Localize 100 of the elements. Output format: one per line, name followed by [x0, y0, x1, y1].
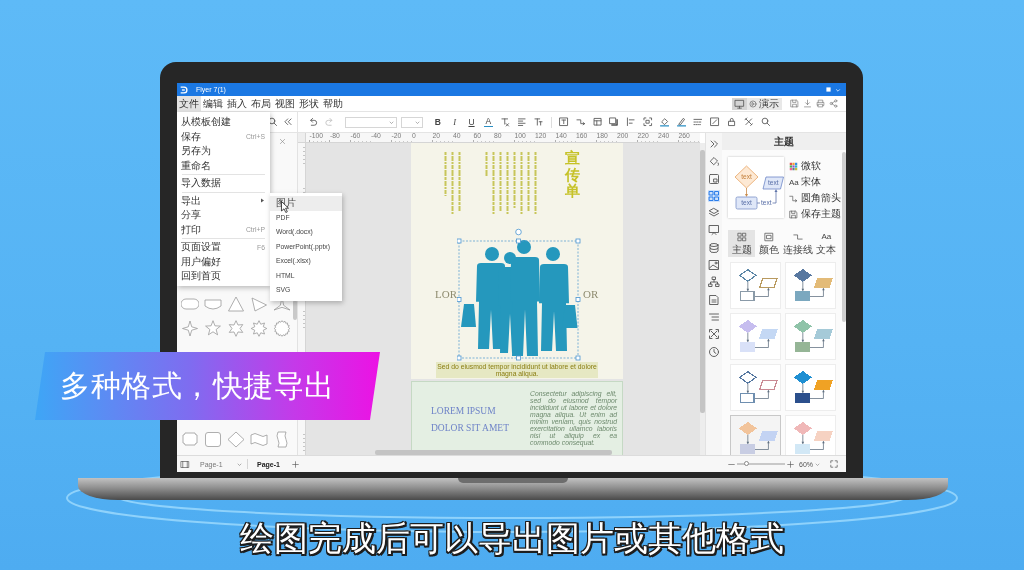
org-chart-icon[interactable] [708, 276, 720, 289]
menu-item[interactable]: 重命名 [177, 158, 270, 173]
theme-grid-icon[interactable] [708, 189, 720, 202]
six-point-star-icon[interactable] [227, 320, 245, 337]
menu-item[interactable]: 布局 [249, 96, 273, 111]
page-layout-icon[interactable] [180, 459, 190, 469]
align-icon[interactable] [517, 117, 527, 127]
document-icon[interactable] [708, 293, 720, 306]
color-palette-icon [789, 161, 798, 171]
theme-option[interactable]: 圆角箭头 [789, 190, 841, 206]
menu-item[interactable]: 另存为 [177, 144, 270, 159]
seal-icon[interactable] [273, 320, 291, 337]
frame-shape-icon[interactable] [181, 431, 199, 448]
lock-icon[interactable] [727, 117, 737, 127]
paint-bucket-icon[interactable] [708, 155, 720, 168]
bold-button[interactable]: B [433, 117, 443, 127]
text-size-icon[interactable] [533, 117, 544, 127]
share-icon[interactable] [829, 99, 838, 108]
list-icon[interactable] [708, 310, 720, 323]
fullscreen-icon[interactable] [830, 460, 838, 468]
search-icon[interactable] [760, 117, 771, 127]
menu-item[interactable]: 用户偏好 [177, 254, 270, 269]
resize-handle[interactable] [575, 297, 581, 302]
star-icon[interactable] [204, 320, 222, 337]
double-chevron-icon[interactable] [282, 117, 292, 127]
database-icon[interactable] [708, 241, 720, 254]
present-button[interactable]: 演示 [747, 97, 782, 110]
print-icon[interactable] [816, 99, 825, 108]
horizontal-scrollbar[interactable] [375, 450, 612, 455]
menu-item[interactable]: 从模板创建 [177, 115, 270, 130]
font-color-button[interactable]: A [483, 117, 494, 127]
close-icon[interactable] [279, 138, 286, 145]
italic-button[interactable]: I [450, 117, 460, 127]
resize-handle[interactable] [457, 355, 462, 361]
menu-item[interactable]: 分享 [177, 208, 270, 223]
resize-handle[interactable] [457, 297, 462, 302]
panel-tab[interactable]: 主题 [728, 230, 756, 257]
plus-icon[interactable] [787, 460, 794, 468]
menu-item[interactable]: 形状 [297, 96, 321, 111]
caret-down-icon[interactable] [815, 461, 820, 467]
font-size-select[interactable] [400, 116, 423, 128]
resize-handle[interactable] [516, 355, 521, 361]
download-icon[interactable] [803, 99, 812, 108]
menu-item[interactable]: 编辑 [201, 96, 225, 111]
fill-bucket-icon[interactable] [659, 117, 670, 127]
save-icon[interactable] [790, 99, 799, 108]
scrollbar-thumb[interactable] [842, 152, 846, 322]
pen-icon[interactable] [676, 117, 687, 127]
pennant-icon[interactable] [250, 296, 268, 313]
menu-item[interactable]: 帮助 [321, 96, 345, 111]
underline-button[interactable]: U [466, 117, 477, 127]
font-select[interactable] [344, 116, 397, 128]
group-icon[interactable] [643, 117, 653, 127]
crossed-tools-icon[interactable] [743, 117, 754, 127]
resize-handle[interactable] [516, 238, 521, 244]
flag-shape-icon[interactable] [250, 431, 268, 448]
container-icon[interactable] [592, 117, 603, 127]
page-icon[interactable] [708, 172, 720, 185]
menu-item[interactable]: 视图 [273, 96, 297, 111]
presentation-icon[interactable] [708, 224, 720, 237]
image-icon[interactable] [708, 259, 720, 272]
theme-option[interactable]: 保存主题 [789, 206, 841, 222]
diamond-shape-icon[interactable] [227, 431, 245, 448]
line-style-icon[interactable] [693, 117, 703, 127]
edit-icon[interactable] [710, 117, 720, 127]
expand-icon[interactable] [708, 328, 720, 341]
tag-shape-icon[interactable] [204, 296, 222, 313]
connector-arrow [753, 440, 770, 450]
menu-item[interactable]: 导入数据 [177, 176, 270, 191]
resize-handle[interactable] [457, 238, 462, 244]
panel-tab[interactable]: 颜色 [755, 230, 783, 257]
rotate-handle[interactable] [515, 228, 522, 236]
wave-shape-icon[interactable] [273, 431, 291, 448]
double-chevron-icon[interactable] [708, 138, 720, 150]
eight-point-star-icon[interactable] [250, 320, 268, 337]
undo-icon[interactable] [308, 117, 318, 127]
monitor-icon[interactable] [732, 97, 747, 110]
resize-handle[interactable] [575, 238, 581, 244]
menu-item[interactable]: 文件 [177, 96, 201, 111]
clear-format-icon[interactable] [500, 117, 510, 127]
shadow-icon[interactable] [609, 117, 619, 127]
menu-item[interactable]: 回到首页 [177, 269, 270, 284]
history-icon[interactable] [708, 345, 720, 358]
vertical-scrollbar[interactable] [700, 150, 705, 413]
panel-tab[interactable]: 连接线 [782, 230, 813, 257]
scrollbar-thumb[interactable] [293, 300, 297, 320]
slider-thumb[interactable] [744, 461, 750, 467]
menu-item[interactable]: 导出 [177, 193, 270, 208]
menu-item[interactable]: 插入 [225, 96, 249, 111]
text-box-icon[interactable] [559, 117, 569, 127]
panel-tab[interactable]: Aa 文本 [812, 230, 840, 257]
four-point-star-icon[interactable] [181, 320, 199, 337]
connector-icon[interactable] [575, 117, 586, 127]
align-left-icon[interactable] [626, 117, 636, 127]
theme-option[interactable]: Aa 宋体 [789, 174, 841, 190]
plus-icon[interactable] [291, 460, 299, 468]
triangle-icon[interactable] [227, 296, 245, 313]
caret-down-icon[interactable] [835, 86, 841, 93]
play-icon [749, 99, 757, 108]
theme-option[interactable]: 微软 [789, 158, 841, 174]
